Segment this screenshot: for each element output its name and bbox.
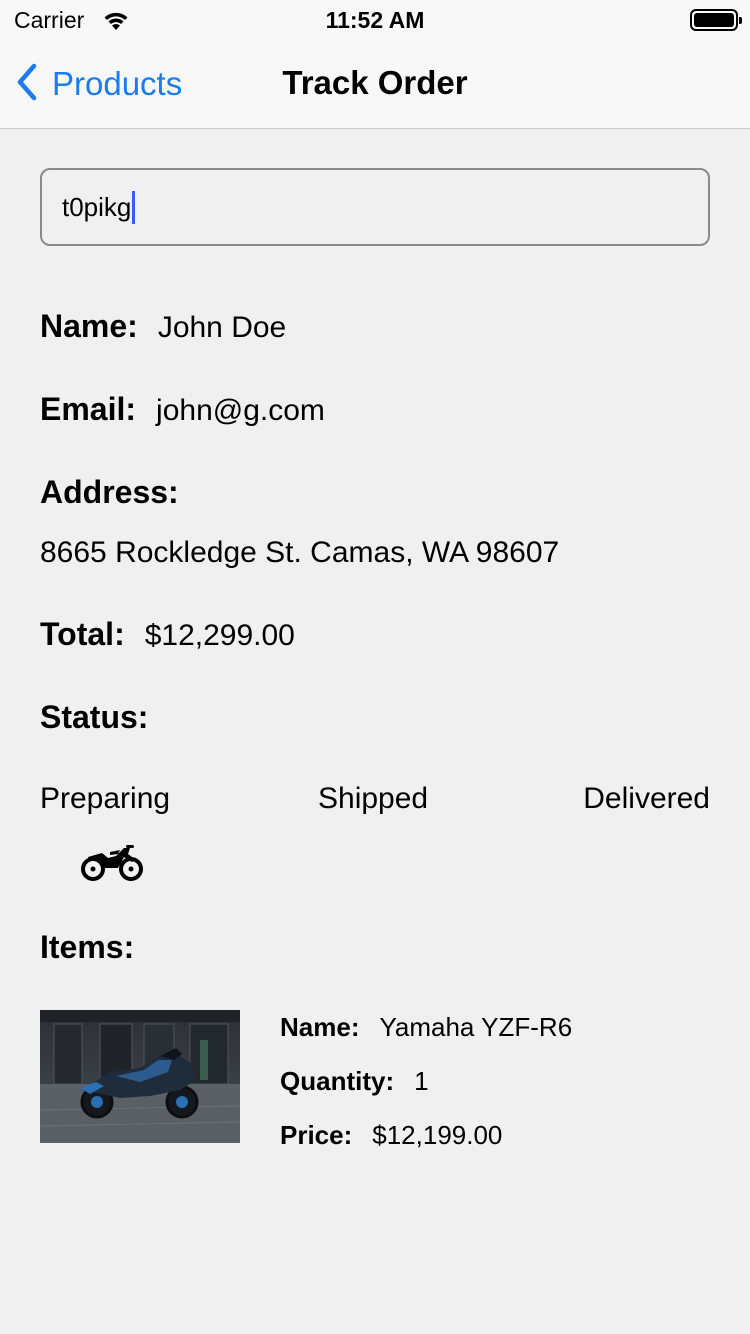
item-quantity-value: 1 [414, 1066, 429, 1096]
status-step-delivered: Delivered [583, 782, 710, 815]
items-heading-row: Items: [40, 929, 134, 966]
total-row: Total: $12,299.00 [40, 616, 295, 653]
item-quantity-label: Quantity: [280, 1066, 395, 1096]
total-label: Total: [40, 616, 125, 652]
address-row: Address: [40, 474, 179, 511]
name-value: John Doe [157, 311, 287, 344]
email-row: Email: john@g.com [40, 391, 325, 428]
status-steps: Preparing Shipped Delivered [40, 782, 710, 822]
page-title: Track Order [282, 64, 468, 101]
address-value: 8665 Rockledge St. Camas, WA 98607 [40, 536, 560, 569]
order-id-input[interactable]: t0pikg [40, 168, 710, 246]
status-step-preparing: Preparing [40, 782, 171, 815]
item-price-row: Price: $12,199.00 [280, 1120, 502, 1151]
item-price-label: Price: [280, 1120, 353, 1150]
address-label: Address: [40, 474, 179, 510]
navigation-bar: Products Track Order [0, 40, 750, 129]
item-name-row: Name: Yamaha YZF-R6 [280, 1012, 572, 1043]
name-row: Name: John Doe [40, 308, 286, 345]
status-step-shipped: Shipped [318, 782, 429, 815]
text-caret [132, 190, 136, 224]
item-price-value: $12,199.00 [372, 1120, 503, 1150]
battery-icon [690, 9, 742, 31]
order-id-value: t0pikg [62, 191, 132, 222]
item-thumbnail[interactable] [40, 1010, 240, 1143]
item-name-label: Name: [280, 1012, 360, 1042]
status-label: Status: [40, 699, 149, 735]
status-bar: Carrier 11:52 AM [0, 0, 750, 40]
total-value: $12,299.00 [144, 619, 295, 652]
status-time: 11:52 AM [325, 7, 425, 33]
email-value: john@g.com [156, 394, 325, 427]
items-heading: Items: [40, 929, 135, 965]
item-quantity-row: Quantity: 1 [280, 1066, 429, 1097]
status-row: Status: [40, 699, 148, 736]
email-label: Email: [40, 391, 137, 427]
name-label: Name: [40, 308, 138, 344]
motorcycle-icon [80, 842, 144, 887]
item-name-value: Yamaha YZF-R6 [379, 1012, 573, 1042]
